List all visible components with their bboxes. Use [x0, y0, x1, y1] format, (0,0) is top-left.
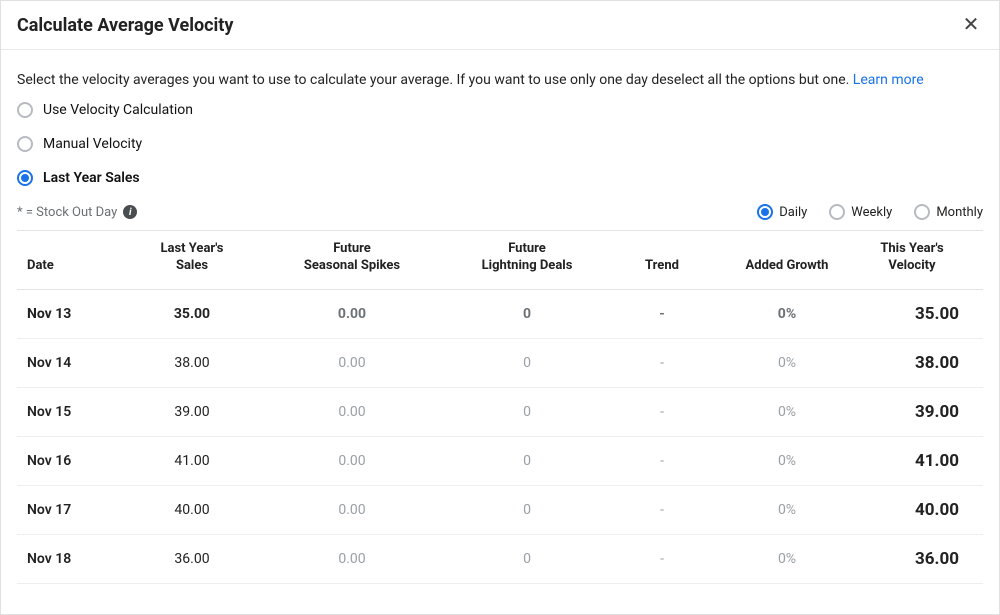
radio-icon: [829, 204, 845, 220]
col-future-seasonal-spikes: Future Seasonal Spikes: [257, 231, 447, 289]
table-row: Nov 1438.000.000-0%38.00: [17, 338, 983, 387]
period-option[interactable]: Weekly: [829, 204, 892, 220]
cell-last-year-sales: 40.00: [127, 485, 257, 534]
period-option[interactable]: Monthly: [914, 204, 983, 220]
cell-date: Nov 17: [17, 485, 127, 534]
calc-option[interactable]: Manual Velocity: [17, 136, 983, 152]
cell-last-year-sales: 36.00: [127, 534, 257, 583]
cell-seasonal-spikes: 0.00: [257, 485, 447, 534]
cell-added-growth: 0%: [717, 485, 857, 534]
col-last-year-sales: Last Year's Sales: [127, 231, 257, 289]
period-option-label: Monthly: [936, 205, 983, 220]
cell-velocity: 40.00: [857, 485, 983, 534]
cell-added-growth: 0%: [717, 338, 857, 387]
cell-last-year-sales: 38.00: [127, 338, 257, 387]
cell-lightning-deals: 0: [447, 338, 607, 387]
cell-lightning-deals: 0: [447, 485, 607, 534]
col-added-growth: Added Growth: [717, 231, 857, 289]
cell-date: Nov 13: [17, 289, 127, 338]
cell-added-growth: 0%: [717, 289, 857, 338]
col-date: Date: [17, 231, 127, 289]
table-row: Nov 1836.000.000-0%36.00: [17, 534, 983, 583]
cell-last-year-sales: 41.00: [127, 436, 257, 485]
table-row: Nov 1641.000.000-0%41.00: [17, 436, 983, 485]
cell-velocity: 36.00: [857, 534, 983, 583]
period-option[interactable]: Daily: [757, 204, 807, 220]
table-row: Nov 1335.000.000-0%35.00: [17, 289, 983, 338]
cell-velocity: 35.00: [857, 289, 983, 338]
learn-more-link[interactable]: Learn more: [853, 72, 924, 88]
calc-option[interactable]: Use Velocity Calculation: [17, 102, 983, 118]
legend-row: * = Stock Out Day i Daily Weekly Monthly: [17, 204, 983, 220]
cell-date: Nov 14: [17, 338, 127, 387]
cell-trend: -: [607, 534, 717, 583]
cell-added-growth: 0%: [717, 534, 857, 583]
calc-option-label: Use Velocity Calculation: [43, 102, 193, 118]
cell-trend: -: [607, 289, 717, 338]
radio-icon: [914, 204, 930, 220]
radio-icon: [757, 204, 773, 220]
modal-content: Select the velocity averages you want to…: [1, 50, 999, 584]
table-header-row: Date Last Year's Sales Future Seasonal S…: [17, 231, 983, 289]
table-body: Nov 1335.000.000-0%35.00Nov 1438.000.000…: [17, 289, 983, 583]
cell-added-growth: 0%: [717, 387, 857, 436]
cell-trend: -: [607, 485, 717, 534]
cell-trend: -: [607, 436, 717, 485]
modal-title: Calculate Average Velocity: [17, 15, 233, 36]
calc-option-label: Manual Velocity: [43, 136, 142, 152]
cell-velocity: 41.00: [857, 436, 983, 485]
table-row: Nov 1539.000.000-0%39.00: [17, 387, 983, 436]
cell-added-growth: 0%: [717, 436, 857, 485]
velocity-table-wrap: Date Last Year's Sales Future Seasonal S…: [17, 230, 983, 584]
cell-last-year-sales: 39.00: [127, 387, 257, 436]
period-option-label: Daily: [779, 205, 807, 220]
close-button[interactable]: ✕: [959, 13, 983, 37]
cell-lightning-deals: 0: [447, 387, 607, 436]
stock-out-text: * = Stock Out Day: [17, 205, 117, 220]
modal-header: Calculate Average Velocity ✕: [1, 1, 999, 50]
info-icon[interactable]: i: [123, 205, 137, 219]
cell-seasonal-spikes: 0.00: [257, 387, 447, 436]
close-icon: ✕: [963, 15, 980, 35]
cell-trend: -: [607, 387, 717, 436]
velocity-table: Date Last Year's Sales Future Seasonal S…: [17, 231, 983, 584]
radio-icon: [17, 170, 33, 186]
period-toggle-group: Daily Weekly Monthly: [757, 204, 983, 220]
cell-seasonal-spikes: 0.00: [257, 338, 447, 387]
cell-date: Nov 18: [17, 534, 127, 583]
cell-velocity: 38.00: [857, 338, 983, 387]
intro-text: Select the velocity averages you want to…: [17, 72, 983, 88]
calc-option-label: Last Year Sales: [43, 170, 140, 186]
radio-icon: [17, 102, 33, 118]
table-row: Nov 1740.000.000-0%40.00: [17, 485, 983, 534]
cell-last-year-sales: 35.00: [127, 289, 257, 338]
stock-out-note: * = Stock Out Day i: [17, 205, 137, 220]
col-trend: Trend: [607, 231, 717, 289]
cell-lightning-deals: 0: [447, 534, 607, 583]
col-future-lightning-deals: Future Lightning Deals: [447, 231, 607, 289]
cell-velocity: 39.00: [857, 387, 983, 436]
period-option-label: Weekly: [851, 205, 892, 220]
cell-trend: -: [607, 338, 717, 387]
cell-seasonal-spikes: 0.00: [257, 534, 447, 583]
calc-option[interactable]: Last Year Sales: [17, 170, 983, 186]
intro-body: Select the velocity averages you want to…: [17, 72, 849, 88]
col-this-year-velocity: This Year's Velocity: [857, 231, 983, 289]
cell-lightning-deals: 0: [447, 436, 607, 485]
cell-lightning-deals: 0: [447, 289, 607, 338]
calc-option-group: Use Velocity Calculation Manual Velocity L…: [17, 102, 983, 186]
radio-icon: [17, 136, 33, 152]
cell-seasonal-spikes: 0.00: [257, 436, 447, 485]
cell-seasonal-spikes: 0.00: [257, 289, 447, 338]
cell-date: Nov 16: [17, 436, 127, 485]
cell-date: Nov 15: [17, 387, 127, 436]
